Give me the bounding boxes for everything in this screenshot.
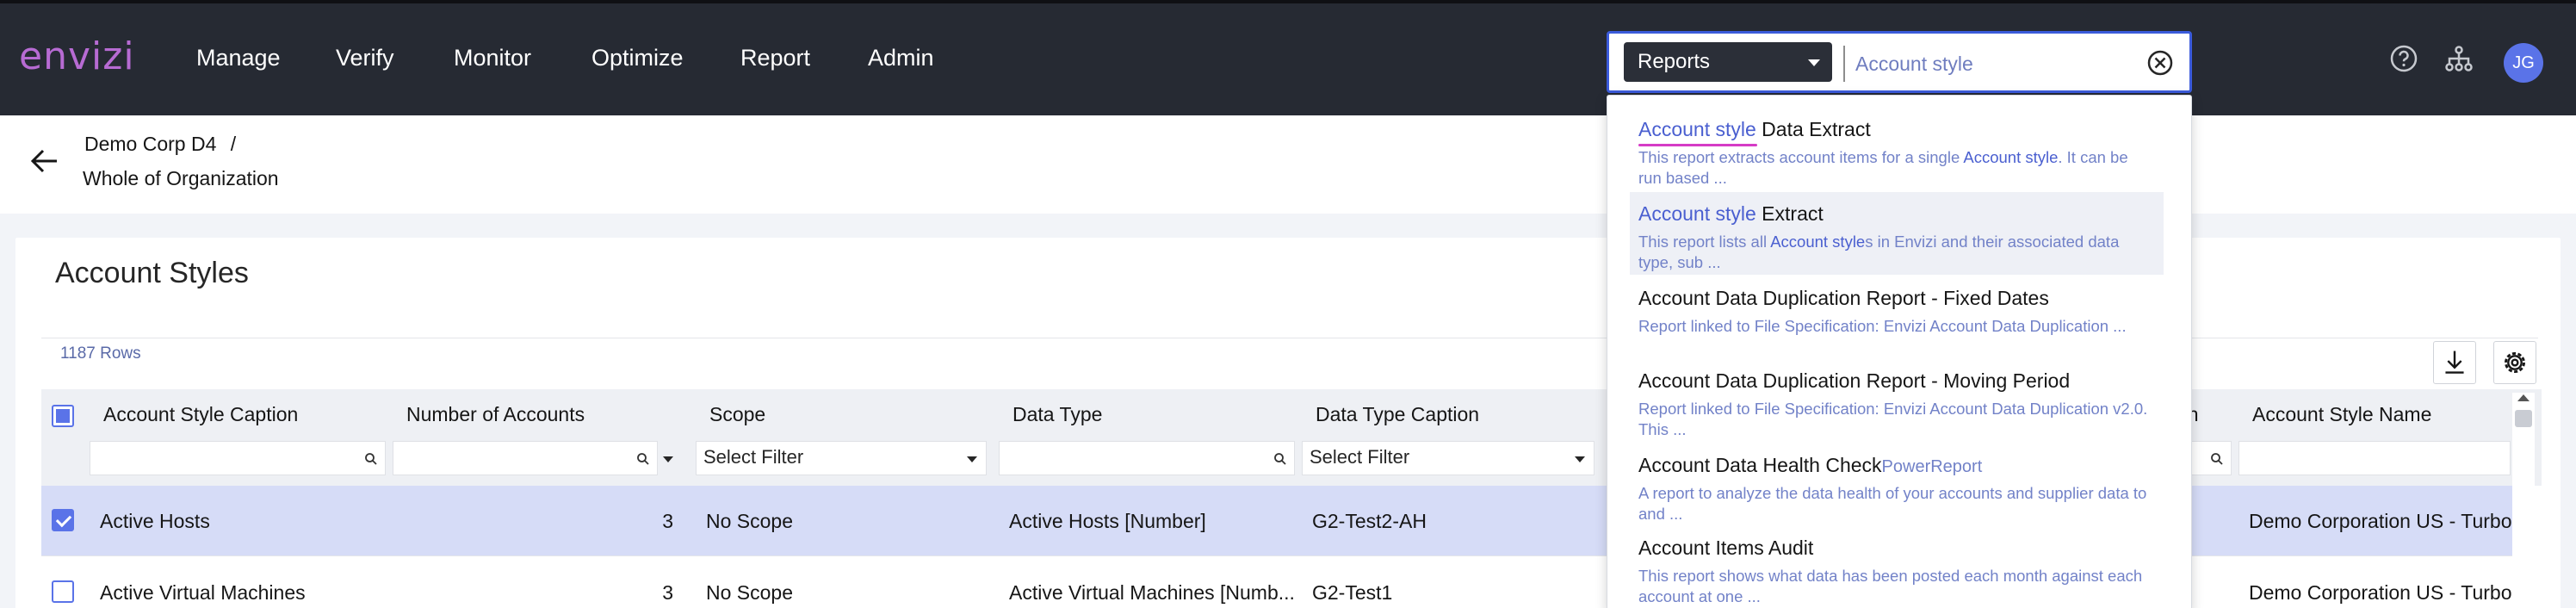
close-circle-icon[interactable] bbox=[2145, 47, 2176, 78]
top-strip bbox=[0, 0, 2576, 3]
result-title-rest: Data Extract bbox=[1756, 118, 1871, 140]
cell-data-type: Active Virtual Machines [Numb... bbox=[1009, 581, 1295, 604]
result-title-match: Account style bbox=[1638, 202, 1756, 225]
result-type-tag: PowerReport bbox=[1881, 457, 1983, 476]
search-divider bbox=[1843, 46, 1845, 82]
cell-data-type: Active Hosts [Number] bbox=[1009, 510, 1206, 532]
row-checkbox[interactable] bbox=[52, 509, 74, 531]
result-desc-match: Account style bbox=[1963, 148, 2059, 166]
filter-scope-value: Select Filter bbox=[703, 446, 804, 468]
filter-number-input[interactable] bbox=[393, 441, 658, 475]
search-scope-select[interactable]: Reports bbox=[1624, 42, 1832, 82]
search-result-item[interactable]: Account Data Duplication Report - Moving… bbox=[1607, 359, 2191, 442]
highlight-underline bbox=[1638, 144, 1757, 146]
filter-dt-caption-value: Select Filter bbox=[1310, 446, 1410, 468]
result-title: Account Data Health CheckPowerReport bbox=[1638, 454, 1982, 477]
search-input[interactable] bbox=[1855, 46, 2139, 82]
result-description: This report extracts account items for a… bbox=[1638, 147, 2155, 189]
row-count: 1187 Rows bbox=[60, 344, 141, 363]
result-title: Account Data Duplication Report - Fixed … bbox=[1638, 287, 2049, 309]
search-icon bbox=[2211, 453, 2223, 465]
download-button[interactable] bbox=[2433, 341, 2476, 384]
page-title: Account Styles bbox=[55, 257, 249, 289]
breadcrumb-parent-label[interactable]: Demo Corp D4 bbox=[84, 133, 216, 155]
org-tree-icon[interactable] bbox=[2443, 43, 2474, 74]
result-title-rest: Extract bbox=[1756, 202, 1824, 225]
cell-account-style-name: Demo Corporation US - Turbo bbox=[2249, 581, 2512, 604]
filter-caption-input[interactable] bbox=[90, 441, 386, 475]
breadcrumb-current: Whole of Organization bbox=[83, 167, 279, 189]
result-desc-text: This report lists all bbox=[1638, 233, 1771, 251]
search-icon bbox=[365, 453, 377, 465]
chevron-down-icon bbox=[967, 456, 977, 462]
col-header-data-type[interactable]: Data Type bbox=[1012, 403, 1102, 426]
result-description: This report shows what data has been pos… bbox=[1638, 567, 2143, 605]
nav-admin[interactable]: Admin bbox=[868, 45, 934, 71]
search-icon bbox=[637, 453, 649, 465]
scroll-up-icon[interactable] bbox=[2517, 394, 2530, 401]
global-search: Reports bbox=[1607, 31, 2192, 93]
nav-verify[interactable]: Verify bbox=[336, 45, 394, 71]
result-desc-match: Account style bbox=[1770, 233, 1866, 251]
cell-caption: Active Virtual Machines bbox=[100, 581, 306, 604]
result-description: Report linked to File Specification: Env… bbox=[1638, 317, 2127, 335]
search-result-item[interactable]: Account Items Audit This report shows wh… bbox=[1607, 526, 2191, 608]
result-desc-text: This report extracts account items for a… bbox=[1638, 148, 1964, 166]
scroll-thumb[interactable] bbox=[2515, 410, 2532, 427]
row-checkbox[interactable] bbox=[52, 580, 74, 603]
result-title: Account style Extract bbox=[1638, 202, 1824, 226]
table-scrollbar[interactable] bbox=[2512, 393, 2535, 608]
envizi-logo[interactable]: envizi bbox=[19, 34, 135, 78]
search-result-item[interactable]: Account Data Duplication Report - Fixed … bbox=[1607, 276, 2191, 359]
download-icon bbox=[2445, 351, 2464, 374]
cell-count: 3 bbox=[662, 510, 673, 532]
search-result-item[interactable]: Account style Extract This report lists … bbox=[1630, 192, 2164, 275]
nav-report[interactable]: Report bbox=[740, 45, 810, 71]
table-settings-button[interactable] bbox=[2493, 341, 2536, 384]
cell-data-type-caption: G2-Test2-AH bbox=[1312, 510, 1427, 532]
chevron-down-icon bbox=[1575, 456, 1585, 462]
search-result-item[interactable]: Account style Data Extract This report e… bbox=[1607, 108, 2191, 190]
result-title: Account style Data Extract bbox=[1638, 118, 1871, 141]
cell-scope: No Scope bbox=[706, 581, 794, 604]
chevron-down-icon bbox=[1808, 59, 1820, 66]
result-description: A report to analyze the data health of y… bbox=[1638, 484, 2147, 523]
cell-data-type-caption: G2-Test1 bbox=[1312, 581, 1393, 604]
filter-scope-select[interactable]: Select Filter bbox=[696, 441, 987, 475]
col-header-number-of-accounts[interactable]: Number of Accounts bbox=[406, 403, 585, 426]
select-all-checkbox[interactable] bbox=[52, 405, 74, 427]
result-title-rest: Account Data Health Check bbox=[1638, 454, 1882, 476]
col-header-data-type-caption[interactable]: Data Type Caption bbox=[1316, 403, 1479, 426]
nav-optimize[interactable]: Optimize bbox=[591, 45, 684, 71]
help-icon[interactable] bbox=[2388, 43, 2419, 74]
breadcrumb-parent[interactable]: Demo Corp D4 / bbox=[84, 133, 236, 156]
search-icon bbox=[1274, 453, 1286, 465]
back-arrow-icon[interactable] bbox=[29, 148, 59, 174]
result-description: This report lists all Account styles in … bbox=[1638, 232, 2155, 273]
filter-data-type-caption-select[interactable]: Select Filter bbox=[1302, 441, 1595, 475]
cell-caption: Active Hosts bbox=[100, 510, 210, 532]
col-header-caption[interactable]: Account Style Caption bbox=[103, 403, 298, 426]
result-description: Report linked to File Specification: Env… bbox=[1638, 400, 2148, 438]
col-header-account-style-name[interactable]: Account Style Name bbox=[2252, 403, 2431, 426]
result-title: Account Items Audit bbox=[1638, 537, 1814, 559]
search-scope-value: Reports bbox=[1638, 50, 1711, 73]
cell-scope: No Scope bbox=[706, 510, 794, 532]
nav-manage[interactable]: Manage bbox=[196, 45, 281, 71]
result-title-match: Account style bbox=[1638, 118, 1756, 140]
gear-icon bbox=[2505, 352, 2525, 373]
cell-account-style-name: Demo Corporation US - Turbo bbox=[2249, 510, 2512, 532]
nav-monitor[interactable]: Monitor bbox=[454, 45, 531, 71]
filter-operator-dropdown[interactable] bbox=[663, 456, 673, 462]
filter-account-style-name-input[interactable] bbox=[2239, 441, 2511, 475]
search-result-item[interactable]: Account Data Health CheckPowerReport A r… bbox=[1607, 444, 2191, 526]
search-results-dropdown: Account style Data Extract This report e… bbox=[1607, 95, 2192, 608]
col-header-scope[interactable]: Scope bbox=[709, 403, 765, 426]
breadcrumb-separator: / bbox=[230, 133, 237, 155]
filter-data-type-input[interactable] bbox=[999, 441, 1295, 475]
user-avatar[interactable]: JG bbox=[2504, 43, 2543, 83]
result-title: Account Data Duplication Report - Moving… bbox=[1638, 369, 2071, 392]
cell-count: 3 bbox=[662, 581, 673, 604]
